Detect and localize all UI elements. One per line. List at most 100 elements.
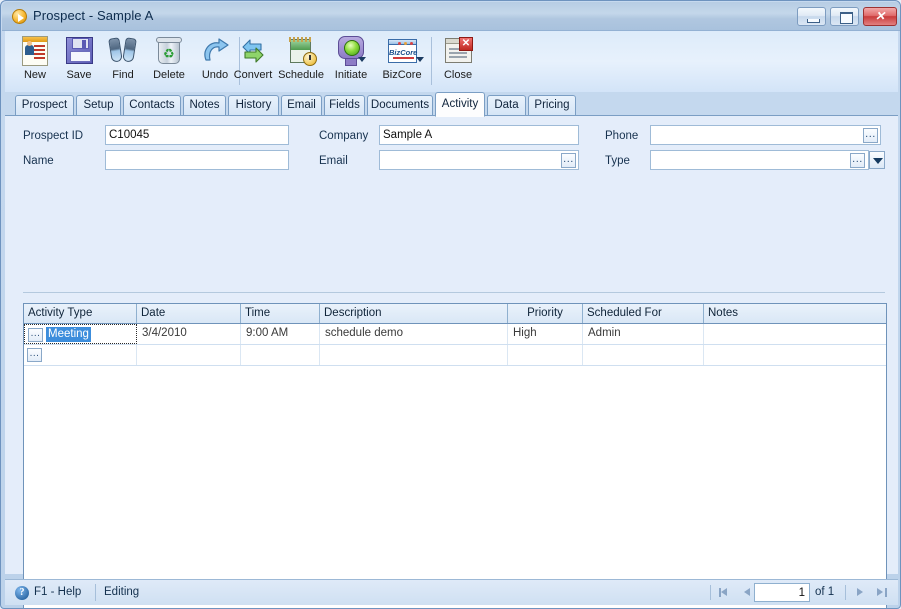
nav-first-button[interactable]	[717, 584, 734, 601]
tab-fields[interactable]: Fields	[324, 95, 365, 116]
toolbar-label: New	[23, 69, 46, 81]
cell-scheduled-for[interactable]	[583, 345, 704, 365]
cell-description[interactable]	[320, 345, 508, 365]
minimize-button[interactable]	[797, 7, 826, 26]
nav-previous-icon	[744, 588, 750, 596]
column-header-notes[interactable]: Notes	[704, 304, 886, 323]
row-lookup-button[interactable]: ...	[27, 347, 42, 362]
type-input[interactable]	[650, 150, 869, 170]
cell-priority[interactable]: High	[508, 324, 583, 344]
toolbar-button-find[interactable]: Find	[101, 33, 145, 89]
tab-pricing[interactable]: Pricing	[528, 95, 576, 116]
prospect-id-input[interactable]	[105, 125, 289, 145]
toolbar-button-convert[interactable]: Convert	[227, 33, 279, 89]
type-dropdown-button[interactable]	[869, 151, 885, 169]
tab-contacts[interactable]: Contacts	[123, 95, 181, 116]
tab-setup[interactable]: Setup	[76, 95, 121, 116]
toolbar-button-initiate[interactable]: Initiate	[327, 33, 375, 89]
cell-date[interactable]	[137, 345, 241, 365]
convert-arrows-icon	[236, 35, 270, 68]
close-icon: ✕	[874, 9, 886, 23]
tab-notes[interactable]: Notes	[183, 95, 226, 116]
minimize-icon	[807, 19, 820, 23]
window-title: Prospect - Sample A	[33, 8, 154, 23]
help-question-icon[interactable]: ?	[15, 586, 29, 600]
column-header-scheduled-for[interactable]: Scheduled For	[583, 304, 704, 323]
cell-notes[interactable]	[704, 324, 886, 344]
cell-notes[interactable]	[704, 345, 886, 365]
bizcore-dropdown-arrow-icon[interactable]	[416, 55, 425, 64]
toolbar-label: Close	[443, 69, 473, 81]
toolbar-label: Save	[66, 69, 92, 81]
company-label: Company	[319, 130, 369, 142]
cell-activity-type-value: Meeting	[46, 327, 91, 342]
cell-activity-type[interactable]: ... Meeting	[24, 324, 137, 344]
toolbar-button-save[interactable]: Save	[57, 33, 101, 89]
status-separator	[95, 584, 96, 601]
grid-header-row: Activity Type Date Time Description Prio…	[24, 304, 886, 324]
application-window: Prospect - Sample A ✕ New Save Find ♻ De…	[0, 0, 901, 609]
column-header-date[interactable]: Date	[137, 304, 241, 323]
close-window-icon: ✕	[441, 35, 475, 68]
binoculars-icon	[106, 35, 140, 68]
nav-first-icon	[721, 588, 727, 596]
email-field-group: ...	[379, 150, 579, 170]
nav-next-button[interactable]	[852, 584, 869, 601]
tab-history[interactable]: History	[228, 95, 279, 116]
cell-scheduled-for[interactable]: Admin	[583, 324, 704, 344]
activity-tab-panel: Prospect ID Name Company Email ... Phone…	[5, 116, 898, 608]
window-titlebar: Prospect - Sample A ✕	[2, 2, 900, 31]
nav-last-icon	[877, 588, 883, 596]
tab-data[interactable]: Data	[487, 95, 526, 116]
maximize-button[interactable]	[830, 7, 859, 26]
row-lookup-button[interactable]: ...	[28, 327, 43, 342]
type-lookup-button[interactable]: ...	[850, 153, 865, 168]
tab-email[interactable]: Email	[281, 95, 322, 116]
tab-activity[interactable]: Activity	[435, 92, 485, 117]
table-row[interactable]: ...	[24, 345, 886, 366]
column-header-description[interactable]: Description	[320, 304, 508, 323]
toolbar-button-schedule[interactable]: Schedule	[273, 33, 329, 89]
close-window-button[interactable]: ✕	[863, 7, 897, 26]
column-header-activity-type[interactable]: Activity Type	[24, 304, 137, 323]
page-number-input[interactable]	[754, 583, 810, 602]
cell-priority[interactable]	[508, 345, 583, 365]
toolbar-button-delete[interactable]: ♻ Delete	[145, 33, 193, 89]
cell-time[interactable]	[241, 345, 320, 365]
help-label: F1 - Help	[34, 586, 82, 598]
toolbar-label: Delete	[153, 69, 185, 81]
column-header-time[interactable]: Time	[241, 304, 320, 323]
new-record-icon	[18, 35, 52, 68]
nav-first-bar	[719, 588, 721, 597]
initiate-dropdown-arrow-icon[interactable]	[358, 55, 367, 64]
phone-input[interactable]	[650, 125, 881, 145]
nav-separator-right	[845, 585, 846, 600]
cell-time[interactable]: 9:00 AM	[241, 324, 320, 344]
toolbar-button-close[interactable]: ✕ Close	[435, 33, 481, 89]
table-row[interactable]: ... Meeting 3/4/2010 9:00 AM schedule de…	[24, 324, 886, 345]
edit-mode-label: Editing	[104, 586, 140, 598]
toolbar-label: Initiate	[334, 69, 368, 81]
bizcore-window-icon: BizCore	[385, 35, 419, 68]
nav-last-button[interactable]	[874, 584, 891, 601]
schedule-calendar-clock-icon	[284, 35, 318, 68]
nav-separator-left	[710, 585, 711, 600]
cell-activity-type[interactable]: ...	[24, 345, 137, 365]
column-header-priority[interactable]: Priority	[508, 304, 583, 323]
phone-label: Phone	[605, 130, 639, 142]
tab-prospect[interactable]: Prospect	[15, 95, 74, 116]
phone-lookup-button[interactable]: ...	[863, 128, 878, 143]
prospect-id-label: Prospect ID	[23, 130, 84, 142]
cell-description[interactable]: schedule demo	[320, 324, 508, 344]
email-input[interactable]	[379, 150, 579, 170]
toolbar-label: Find	[112, 69, 134, 81]
tab-documents[interactable]: Documents	[367, 95, 433, 116]
email-lookup-button[interactable]: ...	[561, 153, 576, 168]
nav-last-bar	[885, 588, 887, 597]
phone-field-group: ...	[650, 125, 881, 145]
name-input[interactable]	[105, 150, 289, 170]
cell-date[interactable]: 3/4/2010	[137, 324, 241, 344]
form-divider	[23, 292, 885, 293]
company-input[interactable]	[379, 125, 579, 145]
toolbar-button-new[interactable]: New	[13, 33, 57, 89]
